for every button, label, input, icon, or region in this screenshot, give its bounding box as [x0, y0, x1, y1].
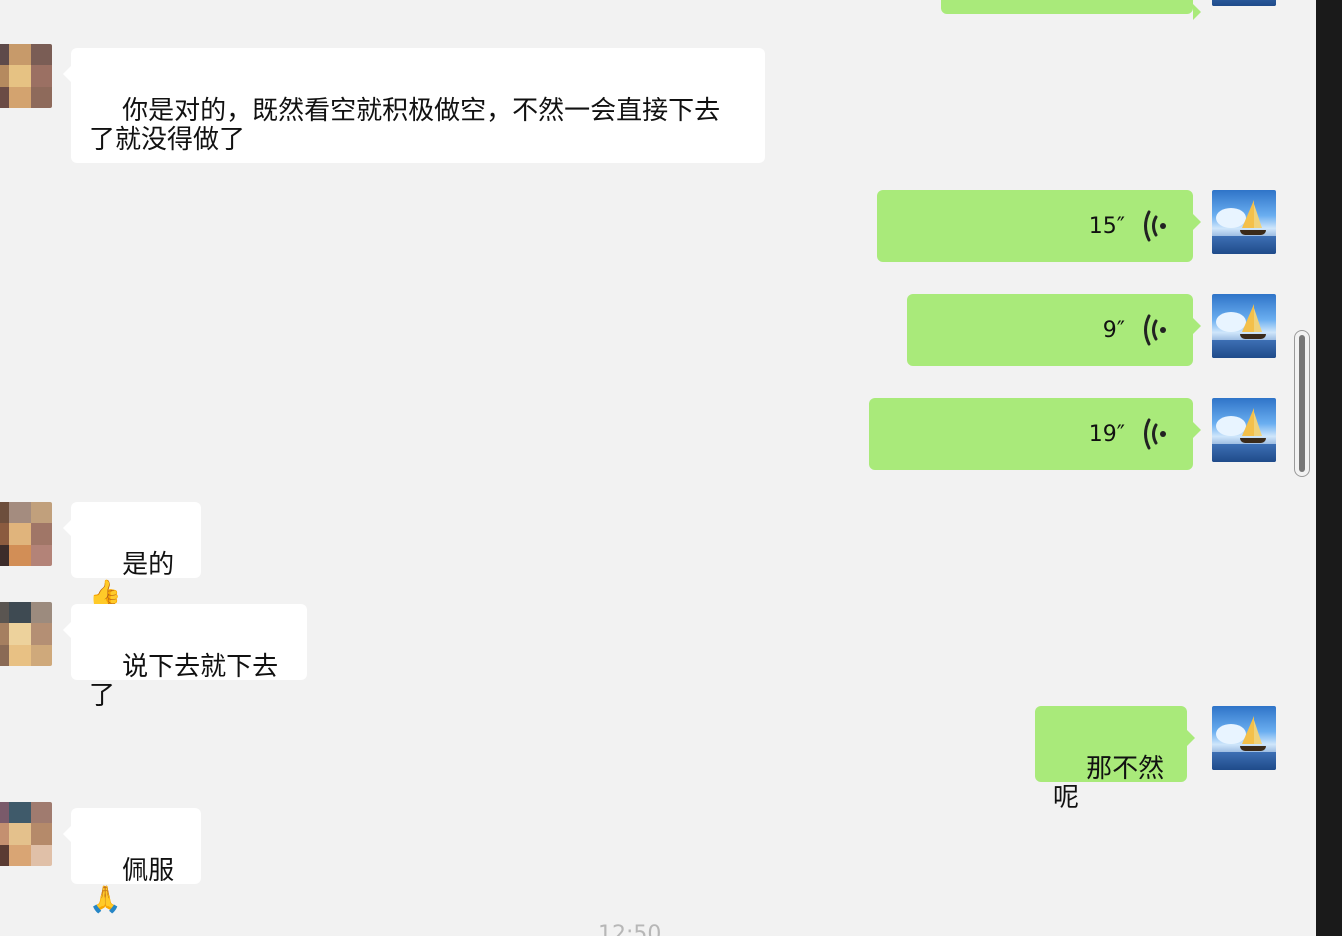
voice-wave-icon [1144, 210, 1166, 242]
self-avatar[interactable] [1212, 398, 1276, 462]
message-text: 你是对的，既然看空就积极做空，不然一会直接下去 了就没得做了 [89, 96, 721, 155]
contact-avatar[interactable] [0, 44, 52, 108]
voice-duration: 9″ [1102, 317, 1125, 343]
message-text: 佩服🙏 [89, 856, 175, 915]
message-text: 那不然呢 [1053, 754, 1165, 813]
voice-duration: 15″ [1088, 213, 1125, 239]
message-text: 是的👍 [89, 550, 175, 609]
contact-avatar[interactable] [0, 502, 52, 566]
voice-message-bubble[interactable]: 15″ [877, 190, 1201, 262]
voice-wave-icon [1144, 418, 1166, 450]
self-avatar[interactable] [1212, 0, 1276, 6]
contact-avatar[interactable] [0, 602, 52, 666]
voice-duration: 19″ [1088, 421, 1125, 447]
timestamp-label: 12:50 [598, 922, 662, 936]
window-edge [1316, 0, 1342, 936]
message-bubble-partial[interactable] [941, 0, 1201, 20]
scrollbar-thumb[interactable] [1299, 335, 1305, 472]
message-bubble-incoming[interactable]: 说下去就下去了 [63, 604, 307, 711]
chat-message-area[interactable]: 你是对的，既然看空就积极做空，不然一会直接下去 了就没得做了 15″ 9″ 19… [0, 0, 1316, 936]
self-avatar[interactable] [1212, 294, 1276, 358]
message-bubble-incoming[interactable]: 你是对的，既然看空就积极做空，不然一会直接下去 了就没得做了 [63, 48, 765, 163]
message-bubble-incoming[interactable]: 佩服🙏 [63, 808, 201, 915]
self-avatar[interactable] [1212, 190, 1276, 254]
voice-message-bubble[interactable]: 19″ [869, 398, 1201, 470]
message-bubble-outgoing[interactable]: 那不然呢 [1035, 706, 1195, 813]
scrollbar[interactable] [1294, 330, 1310, 477]
voice-message-bubble[interactable]: 9″ [907, 294, 1201, 366]
message-text: 说下去就下去了 [89, 652, 279, 711]
self-avatar[interactable] [1212, 706, 1276, 770]
voice-wave-icon [1144, 314, 1166, 346]
message-bubble-incoming[interactable]: 是的👍 [63, 502, 201, 609]
contact-avatar[interactable] [0, 802, 52, 866]
